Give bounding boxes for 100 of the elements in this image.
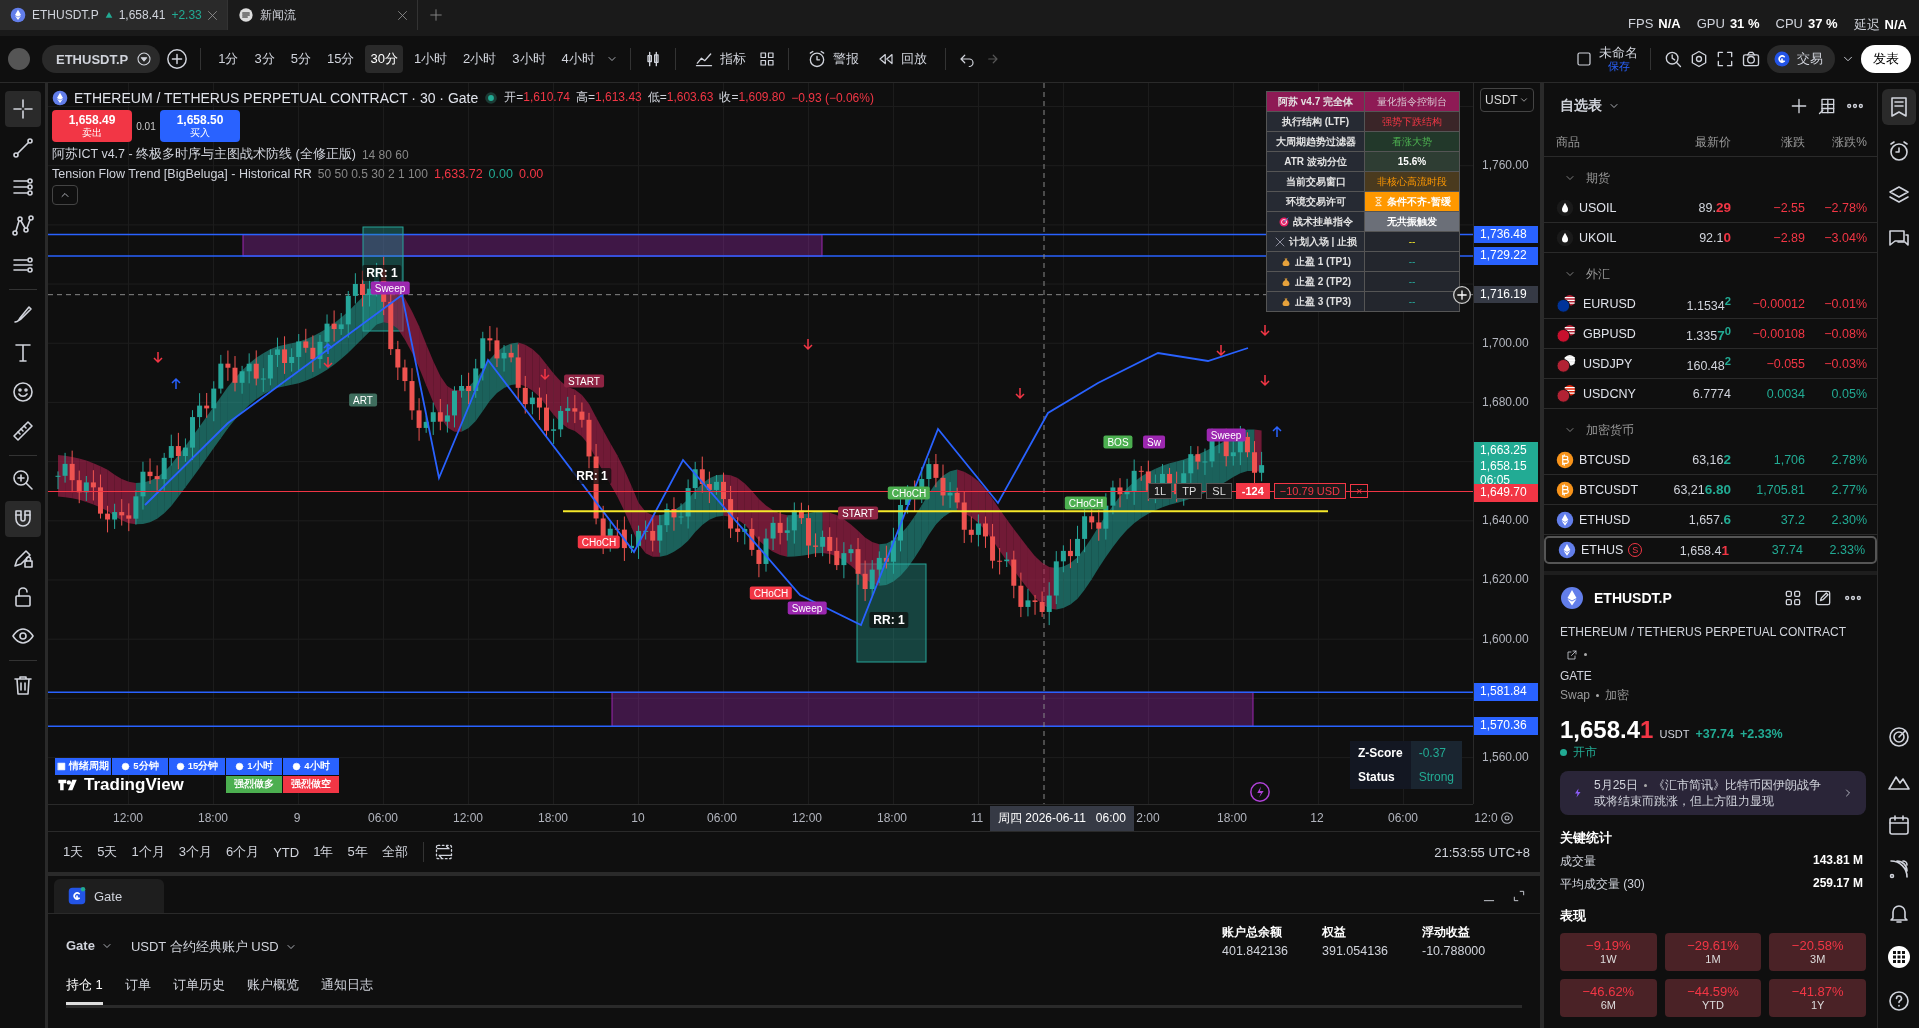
zoom-in-icon [10,468,35,492]
account-dropdown[interactable]: USDT 合约经典账户 USD [130,938,297,956]
fullscreen-icon[interactable] [1715,49,1735,69]
interval-button[interactable]: 3小时 [507,45,551,73]
group-header[interactable]: 加密货币 [1544,409,1877,445]
price-change-percent: 2.30% [1830,512,1867,527]
external-link-icon[interactable] [1566,648,1578,661]
column-header[interactable]: 商品 [1556,134,1651,151]
interval-button[interactable]: 4小时 [556,45,600,73]
watchlist-row[interactable]: ETHUS S 1,658.41 37.74 2.33% [1544,536,1877,564]
templates-icon[interactable] [757,50,776,68]
panel-tab[interactable]: 订单 [124,976,151,1005]
gate-logo-icon [1773,50,1791,68]
interval-button[interactable]: 2小时 [458,45,502,73]
watchlist-row[interactable]: USDCNY 6.7774 0.0034 0.05% [1544,379,1877,409]
range-button[interactable]: 1天 [58,839,89,865]
performance-tile[interactable]: −41.87% 1Y [1769,979,1866,1017]
close-icon[interactable] [207,10,217,20]
user-avatar[interactable] [8,48,30,70]
currency-dropdown[interactable]: USDT [1480,88,1534,112]
calendar-icon [1886,813,1911,837]
interval-button[interactable]: 15分 [321,45,360,73]
range-button[interactable]: 全部 [376,839,413,865]
price-change-percent: 2.78% [1830,452,1867,467]
broker-dropdown[interactable]: Gate [66,938,113,953]
indicators-button[interactable]: 指标 [687,45,752,73]
range-button[interactable]: 1个月 [126,839,170,865]
column-header[interactable]: 涨跌 [1731,134,1805,151]
watchlist-button[interactable] [1881,89,1916,125]
watchlist-row[interactable]: GBPUSD 1.3357$^{0}$ −0.00108 −0.08% [1544,319,1877,349]
interval-button[interactable]: 1小时 [408,45,453,73]
add-alert-icon[interactable] [1452,285,1472,305]
panel-tab[interactable]: 订单历史 [172,976,225,1005]
add-icon[interactable] [1789,96,1809,116]
range-button[interactable]: 5年 [342,839,373,865]
performance-tile[interactable]: −20.58% 3M [1769,933,1866,971]
watchlist-row[interactable]: ETHUSD 1,657.6 37.2 2.30% [1544,505,1877,535]
settings-icon[interactable] [1498,809,1515,826]
interval-button[interactable]: 1分 [213,45,244,73]
position-pnl-usd: −10.79 USD [1273,483,1347,499]
range-button[interactable]: YTD [268,840,305,864]
replay-button[interactable]: 回放 [870,46,933,72]
add-symbol-icon[interactable] [166,48,189,70]
watchlist-row[interactable]: USOIL 89.29 −2.55 −2.78% [1544,193,1877,223]
group-header[interactable]: 外汇 [1544,253,1877,289]
performance-tile[interactable]: −9.19% 1W [1560,933,1657,971]
price-badge: 1,570.36 [1474,717,1538,736]
performance-tile[interactable]: −44.59% YTD [1664,979,1762,1017]
range-button[interactable]: 3个月 [173,839,217,865]
alert-button[interactable]: 警报 [800,45,865,73]
performance-tile[interactable]: −46.62% 6M [1560,979,1657,1017]
magnet-tool[interactable] [4,501,41,537]
interval-button[interactable]: 30分 [365,45,403,73]
publish-button[interactable]: 发表 [1861,45,1911,73]
column-header[interactable]: 涨跌% [1805,134,1867,151]
lightning-icon[interactable] [1249,781,1271,803]
grid-icon[interactable] [1783,588,1803,608]
crosshair-tool[interactable] [4,91,41,127]
signal-tag: Sweep [1206,428,1246,442]
watchlist-row[interactable]: USDJPY 160.48$^{2}$ −0.055 −0.03% [1544,349,1877,379]
maximize-icon[interactable] [1512,889,1526,903]
range-button[interactable]: 5天 [92,839,123,865]
panel-tab[interactable]: 通知日志 [320,976,373,1005]
table-icon[interactable] [1817,96,1837,116]
apps-icon [1886,945,1911,969]
indicator-params: 14 80 60 [361,147,409,162]
settings-icon[interactable] [1689,49,1709,69]
price-change-percent: 2.33% [1828,543,1865,557]
range-button[interactable]: 6个月 [220,839,265,865]
edit-icon[interactable] [1813,588,1833,608]
performance-tile[interactable]: −29.61% 1M [1664,933,1762,971]
range-button[interactable]: 1年 [308,839,339,865]
watchlist-title[interactable]: 自选表 [1560,97,1620,115]
price-change: −0.00108 [1751,326,1805,341]
target-icon [1886,725,1911,749]
close-icon[interactable] [397,10,407,20]
ruler-icon [10,419,35,443]
browser-tab[interactable]: 新闻流 [227,0,418,30]
watchlist-row[interactable]: UKOIL 92.10 −2.89 −3.04% [1544,223,1877,253]
buy-button[interactable]: 1,658.50 买入 [160,110,240,142]
camera-icon[interactable] [1741,49,1761,69]
watchlist-row[interactable]: BTCUSD 63,162 1,706 2.78% [1544,445,1877,475]
column-header[interactable]: 最新价 [1651,134,1731,151]
trade-button[interactable]: 交易 [1767,45,1835,73]
checkbox-icon[interactable] [1575,50,1593,68]
panel-tab[interactable]: 账户概览 [246,976,299,1005]
browser-tab[interactable]: ETHUSDT.P 1,658.41 +2.33 [0,0,228,30]
sell-button[interactable]: 1,658.49 卖出 [52,110,132,142]
interval-button[interactable]: 5分 [285,45,316,73]
exchange-name: GATE [1560,669,1592,683]
news-card[interactable]: 5月25日 《汇市简讯》比特币因伊朗战争或将结束而跳涨，但上方阻力显现 [1560,771,1866,815]
date-range-icon[interactable] [433,842,454,862]
group-header[interactable]: 期货 [1544,157,1877,193]
watchlist-row[interactable]: EURUSD 1.1534$^{2}$ −0.00012 −0.01% [1544,289,1877,319]
symbol-search[interactable]: ETHUSDT.P [42,45,161,73]
interval-button[interactable]: 3分 [249,45,280,73]
panel-tab[interactable]: Gate [54,879,164,913]
quick-search-icon[interactable] [1663,49,1683,69]
watchlist-row[interactable]: BTCUSDT 63,216.80 1,705.81 2.77% [1544,475,1877,505]
layout-button[interactable]: 未命名 保存 [1599,45,1638,73]
